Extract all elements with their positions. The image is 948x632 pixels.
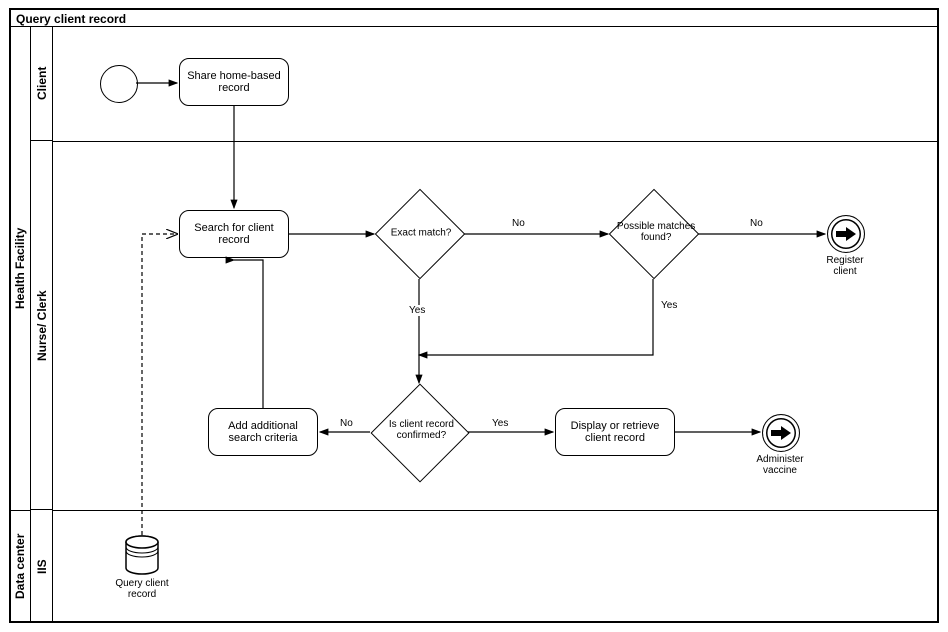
arrow-icon: [836, 227, 856, 241]
iis-lane-label: IIS: [31, 510, 53, 623]
edge-label-yes1: Yes: [407, 305, 427, 316]
client-lane-divider: [53, 141, 939, 142]
pool-border: [9, 8, 939, 623]
diagram-container: Query client record Health Facility Data…: [0, 0, 948, 632]
edge-label-no2: No: [748, 218, 765, 229]
nurse-lane-label: Nurse/ Clerk: [31, 141, 53, 510]
edge-label-yes2: Yes: [659, 300, 679, 311]
task-display-label: Display or retrieve client record: [560, 420, 670, 444]
end-administer-label: Administer vaccine: [750, 454, 810, 476]
gateway-confirmed-label: Is client record confirmed?: [381, 419, 461, 441]
gateway-exact-label: Exact match?: [381, 227, 461, 238]
gateway-possible-label: Possible matches found?: [616, 221, 696, 243]
task-search-label: Search for client record: [184, 222, 284, 246]
client-lane-label: Client: [31, 26, 53, 141]
task-additional: Add additional search criteria: [208, 408, 318, 456]
edge-label-no3: No: [338, 418, 355, 429]
pool-label: Health Facility: [9, 26, 31, 510]
end-register-label: Register client: [820, 255, 870, 277]
edge-label-yes3: Yes: [490, 418, 510, 429]
nurse-lane-divider: [53, 510, 939, 511]
start-event: [100, 65, 138, 103]
end-administer: [762, 414, 800, 452]
task-display: Display or retrieve client record: [555, 408, 675, 456]
task-share: Share home-based record: [179, 58, 289, 106]
task-share-label: Share home-based record: [184, 70, 284, 94]
task-additional-label: Add additional search criteria: [213, 420, 313, 444]
datastore-label: Query client record: [112, 578, 172, 600]
datastore: [124, 535, 160, 580]
edge-label-no1: No: [510, 218, 527, 229]
end-register: [827, 215, 865, 253]
arrow-icon: [771, 426, 791, 440]
task-search: Search for client record: [179, 210, 289, 258]
datacenter-label: Data center: [9, 510, 31, 623]
title-divider: [9, 26, 939, 27]
